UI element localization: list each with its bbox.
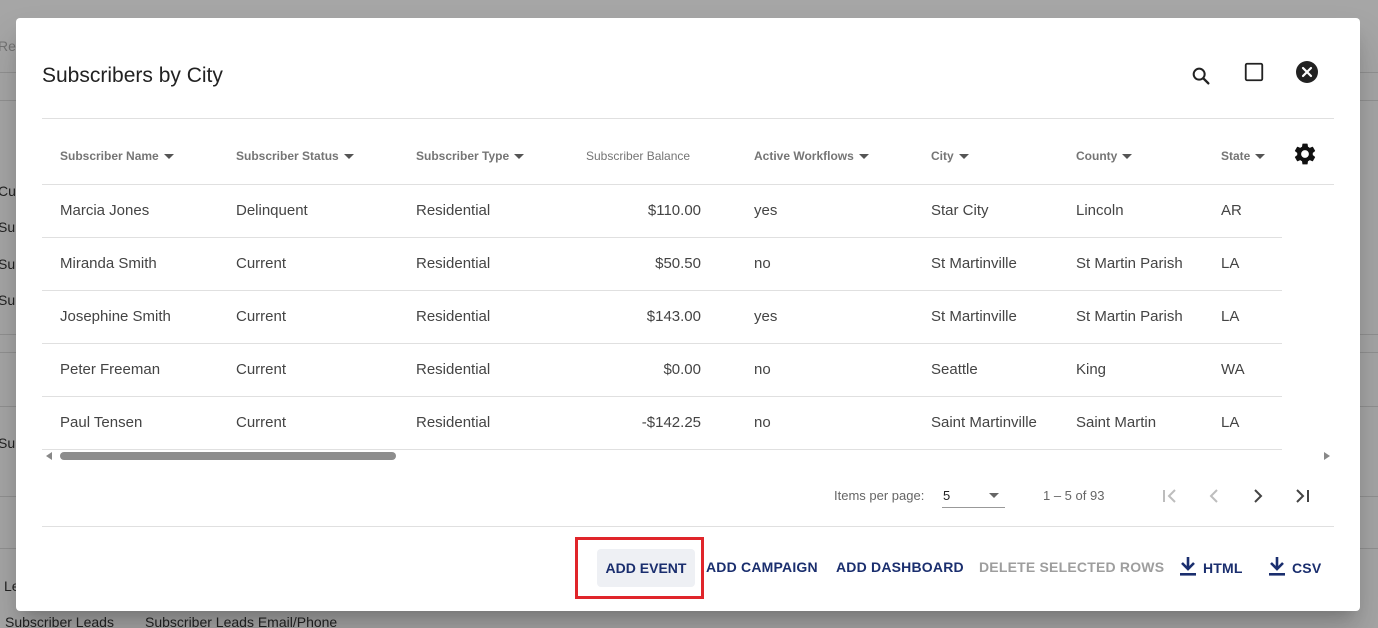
search-icon[interactable]	[1187, 62, 1215, 90]
first-page-icon	[1163, 489, 1176, 503]
chevron-down-icon	[989, 493, 999, 498]
cell-subscriber-type: Residential	[416, 308, 491, 325]
table-row[interactable]: Paul Tensen Current Residential -$142.25…	[42, 397, 1282, 450]
cell-active-workflows: no	[754, 361, 771, 378]
column-header-active-workflows[interactable]: Active Workflows	[754, 149, 869, 163]
page-range-label: 1 – 5 of 93	[1043, 488, 1105, 503]
column-header-state[interactable]: State	[1221, 149, 1266, 163]
cell-state: LA	[1221, 255, 1240, 272]
gear-icon[interactable]	[1292, 141, 1318, 167]
scroll-left-arrow-icon[interactable]	[46, 452, 52, 460]
table-row[interactable]: Josephine Smith Current Residential $143…	[42, 291, 1282, 344]
add-dashboard-button[interactable]: ADD DASHBOARD	[836, 559, 964, 575]
cell-subscriber-name: Josephine Smith	[60, 308, 171, 325]
download-icon	[1269, 557, 1285, 576]
add-campaign-button[interactable]: ADD CAMPAIGN	[706, 559, 818, 575]
cell-subscriber-balance: -$142.25	[641, 414, 701, 431]
cell-state: LA	[1221, 308, 1240, 325]
sort-caret-icon	[1122, 153, 1133, 159]
cell-county: Saint Martin	[1076, 414, 1157, 431]
cell-subscriber-status: Current	[236, 361, 287, 378]
cell-city: Saint Martinville	[931, 414, 1037, 431]
close-circle-icon[interactable]	[1293, 58, 1321, 86]
cell-county: St Martin Parish	[1076, 255, 1183, 272]
cell-city: St Martinville	[931, 255, 1017, 272]
sort-caret-icon	[1255, 153, 1266, 159]
highlight-box	[575, 537, 704, 599]
column-header-subscriber-status[interactable]: Subscriber Status	[236, 149, 354, 163]
cell-subscriber-status: Current	[236, 255, 287, 272]
cell-county: King	[1076, 361, 1107, 378]
horizontal-scrollbar[interactable]	[42, 447, 1334, 465]
cell-subscriber-status: Current	[236, 308, 287, 325]
cell-state: LA	[1221, 414, 1240, 431]
column-header-county[interactable]: County	[1076, 149, 1133, 163]
column-header-city[interactable]: City	[931, 149, 969, 163]
cell-subscriber-status: Current	[236, 414, 287, 431]
cell-city: St Martinville	[931, 308, 1017, 325]
cell-active-workflows: yes	[754, 308, 778, 325]
table-row[interactable]: Miranda Smith Current Residential $50.50…	[42, 238, 1282, 291]
download-icon	[1180, 557, 1196, 576]
cell-active-workflows: no	[754, 255, 771, 272]
cell-subscriber-name: Peter Freeman	[60, 361, 161, 378]
chevron-right-icon	[1254, 489, 1263, 503]
column-header-subscriber-name[interactable]: Subscriber Name	[60, 149, 174, 163]
cell-subscriber-type: Residential	[416, 255, 491, 272]
cell-active-workflows: no	[754, 414, 771, 431]
sort-caret-icon	[514, 153, 525, 159]
cell-subscriber-type: Residential	[416, 414, 491, 431]
cell-county: St Martin Parish	[1076, 308, 1183, 325]
table-row[interactable]: Peter Freeman Current Residential $0.00 …	[42, 344, 1282, 397]
sort-caret-icon	[343, 153, 354, 159]
scroll-right-arrow-icon[interactable]	[1324, 452, 1330, 460]
chevron-left-icon	[1209, 489, 1218, 503]
sort-caret-icon	[958, 153, 969, 159]
cell-city: Seattle	[931, 361, 978, 378]
cell-subscriber-type: Residential	[416, 361, 491, 378]
cell-subscriber-status: Delinquent	[236, 202, 308, 219]
maximize-icon[interactable]	[1240, 58, 1268, 86]
dialog-title: Subscribers by City	[42, 64, 223, 87]
export-csv-button[interactable]: CSV	[1268, 556, 1321, 576]
delete-selected-rows-button[interactable]: DELETE SELECTED ROWS	[979, 559, 1164, 575]
items-per-page-select[interactable]: 5	[942, 485, 1005, 508]
cell-subscriber-balance: $50.50	[655, 255, 701, 272]
export-html-button[interactable]: HTML	[1179, 556, 1243, 576]
cell-county: Lincoln	[1076, 202, 1124, 219]
cell-city: Star City	[931, 202, 989, 219]
items-per-page-label: Items per page:	[834, 488, 925, 503]
scrollbar-thumb[interactable]	[60, 452, 396, 460]
cell-subscriber-name: Marcia Jones	[60, 202, 150, 219]
cell-subscriber-type: Residential	[416, 202, 491, 219]
table-header-row: Subscriber Name Subscriber Status Subscr…	[42, 119, 1334, 185]
table-row[interactable]: Marcia Jones Delinquent Residential $110…	[42, 185, 1282, 238]
sort-caret-icon	[858, 153, 869, 159]
column-header-subscriber-type[interactable]: Subscriber Type	[416, 149, 525, 163]
cell-subscriber-balance: $110.00	[647, 202, 701, 219]
previous-page-button[interactable]	[1202, 484, 1226, 508]
subscribers-table: Subscriber Name Subscriber Status Subscr…	[42, 119, 1334, 464]
subscribers-dialog: Subscribers by City Subscriber Name Subs…	[16, 18, 1360, 611]
first-page-button[interactable]	[1158, 484, 1182, 508]
column-header-subscriber-balance[interactable]: Subscriber Balance	[586, 149, 690, 163]
cell-subscriber-name: Paul Tensen	[60, 414, 143, 431]
cell-active-workflows: yes	[754, 202, 778, 219]
last-page-icon	[1296, 489, 1309, 503]
actions-divider	[42, 526, 1334, 527]
cell-state: AR	[1221, 202, 1242, 219]
cell-subscriber-balance: $143.00	[646, 308, 701, 325]
cell-subscriber-name: Miranda Smith	[60, 255, 157, 272]
next-page-button[interactable]	[1246, 484, 1270, 508]
cell-state: WA	[1221, 361, 1245, 378]
cell-subscriber-balance: $0.00	[663, 361, 701, 378]
last-page-button[interactable]	[1290, 484, 1314, 508]
sort-caret-icon	[163, 153, 174, 159]
